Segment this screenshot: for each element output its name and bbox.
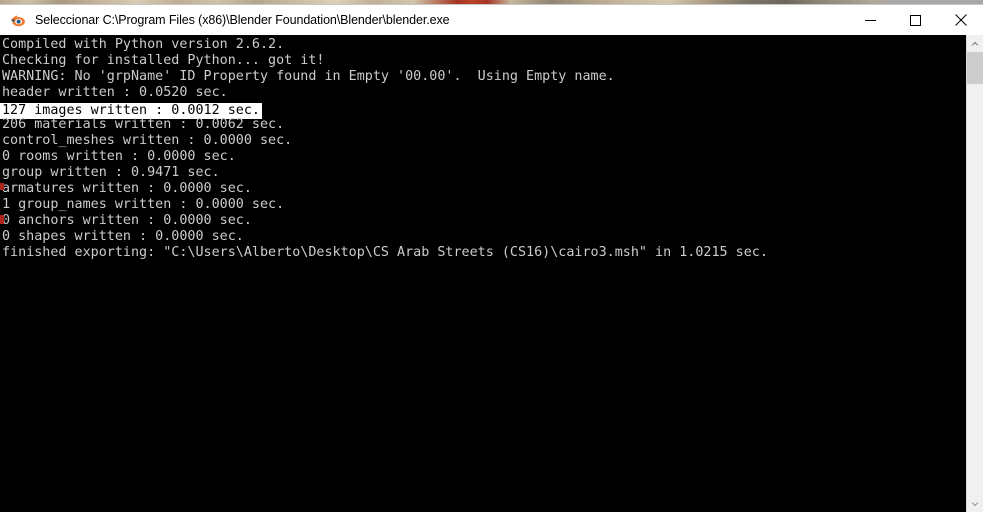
render-artifact-2 [0,215,4,224]
title-bar[interactable]: Seleccionar C:\Program Files (x86)\Blend… [0,5,983,35]
console-line: 0 rooms written : 0.0000 sec. [0,149,966,165]
console-line-list: Compiled with Python version 2.6.2. Check… [0,37,966,512]
console-line: 206 materials written : 0.0062 sec. [0,117,966,133]
close-icon [954,14,967,26]
console-window: Seleccionar C:\Program Files (x86)\Blend… [0,4,983,512]
window-controls [848,5,983,35]
scroll-down-button[interactable] [967,496,983,512]
console-line-text: 0 anchors written : 0.0000 sec. [2,213,252,228]
console-line: 0 shapes written : 0.0000 sec. [0,229,966,245]
maximize-icon [910,14,921,26]
console-line-text: Checking for installed Python... got it! [2,53,325,68]
console-line: 1 group_names written : 0.0000 sec. [0,197,966,213]
scrollbar-track[interactable] [967,52,983,496]
console-line: 0 anchors written : 0.0000 sec. [0,213,966,229]
close-button[interactable] [938,5,983,35]
console-line-text: control_meshes written : 0.0000 sec. [2,133,293,148]
console-client-area: Compiled with Python version 2.6.2. Check… [0,35,983,512]
blender-icon [9,11,27,29]
chevron-down-icon [971,502,979,507]
console-line-text: group written : 0.9471 sec. [2,165,220,180]
console-line: header written : 0.0520 sec. [0,85,966,101]
window-title: Seleccionar C:\Program Files (x86)\Blend… [35,13,450,27]
screen: Seleccionar C:\Program Files (x86)\Blend… [0,0,983,512]
console-line-text: finished exporting: "C:\Users\Alberto\De… [2,245,768,260]
console-line: Checking for installed Python... got it! [0,53,966,69]
console-line: Compiled with Python version 2.6.2. [0,37,966,53]
console-output[interactable]: Compiled with Python version 2.6.2. Check… [0,35,966,512]
scroll-up-button[interactable] [967,35,983,52]
console-line-text: WARNING: No 'grpName' ID Property found … [2,69,615,84]
console-line-text: 0 rooms written : 0.0000 sec. [2,149,236,164]
console-line: control_meshes written : 0.0000 sec. [0,133,966,149]
console-line: WARNING: No 'grpName' ID Property found … [0,69,966,85]
console-line-text: 206 materials written : 0.0062 sec. [2,117,285,132]
console-line: 127 images written : 0.0012 sec. [0,101,966,119]
scrollbar-thumb[interactable] [967,52,983,84]
render-artifact-1 [0,183,4,190]
console-line: armatures written : 0.0000 sec. [0,181,966,197]
minimize-icon [865,19,876,21]
console-line-text: 1 group_names written : 0.0000 sec. [2,197,285,212]
console-line-text: header written : 0.0520 sec. [2,85,228,100]
console-line-text: armatures written : 0.0000 sec. [2,181,252,196]
chevron-up-icon [971,41,979,46]
console-line-text: Compiled with Python version 2.6.2. [2,37,285,52]
console-line: finished exporting: "C:\Users\Alberto\De… [0,245,966,261]
console-line-text: 0 shapes written : 0.0000 sec. [2,229,244,244]
minimize-button[interactable] [848,5,893,35]
maximize-button[interactable] [893,5,938,35]
console-line: group written : 0.9471 sec. [0,165,966,181]
title-bar-left: Seleccionar C:\Program Files (x86)\Blend… [0,11,848,29]
console-scrollbar[interactable] [966,35,983,512]
